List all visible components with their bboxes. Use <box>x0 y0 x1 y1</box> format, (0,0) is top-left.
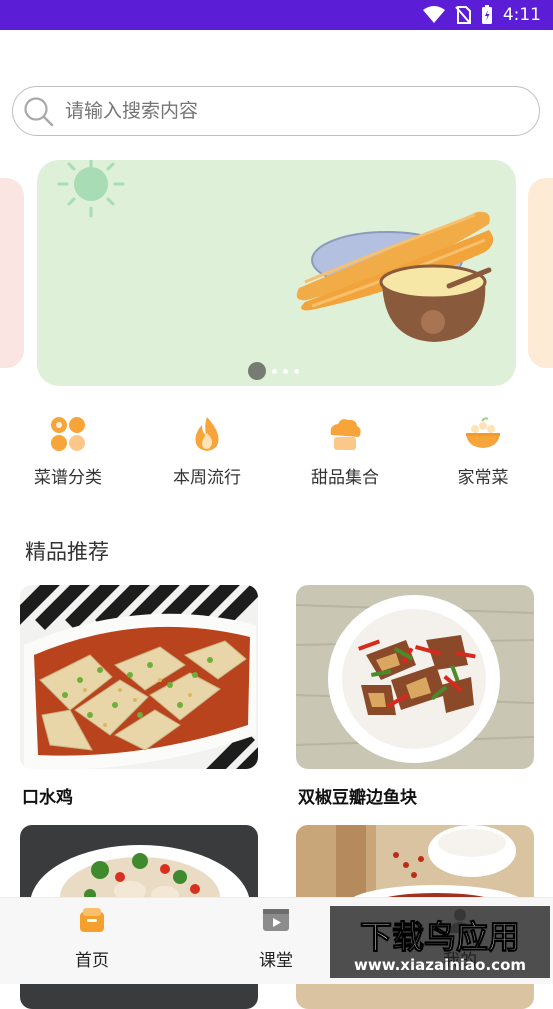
category-desserts[interactable]: 甜品集合 <box>285 415 405 488</box>
category-recipe-types[interactable]: 菜谱分类 <box>8 415 128 488</box>
svg-text:www.xiazainiao.com: www.xiazainiao.com <box>354 956 526 974</box>
bowl-icon <box>466 417 500 448</box>
tab-label: 首页 <box>75 951 109 971</box>
grid-icon <box>51 417 85 451</box>
category-label: 菜谱分类 <box>34 468 102 488</box>
carousel-dot <box>294 368 299 374</box>
section-title: 精品推荐 <box>25 540 109 564</box>
video-icon <box>263 909 289 931</box>
carousel-dot <box>272 368 277 374</box>
status-bar: 4:11 <box>0 0 553 30</box>
banner-prev-slide[interactable] <box>0 178 24 368</box>
search-icon <box>24 97 54 127</box>
battery-icon <box>481 5 492 24</box>
recipe-title: 口水鸡 <box>22 788 73 808</box>
carousel-dot <box>248 362 266 380</box>
category-row: 菜谱分类 本周流行 甜品集合 家常菜 <box>0 415 553 495</box>
category-label: 甜品集合 <box>311 468 379 488</box>
category-label: 家常菜 <box>457 468 509 488</box>
recipe-card[interactable]: 口水鸡 <box>20 585 258 808</box>
flame-icon <box>195 417 219 451</box>
tab-home[interactable]: 首页 <box>0 898 184 971</box>
search-bar[interactable] <box>12 86 540 136</box>
category-label: 本周流行 <box>173 468 241 488</box>
category-home-cooking[interactable]: 家常菜 <box>423 415 543 488</box>
banner-next-slide[interactable] <box>528 178 553 368</box>
breakfast-illustration <box>57 160 494 342</box>
search-input[interactable] <box>65 87 515 135</box>
banner-slide[interactable] <box>37 160 516 386</box>
cupcake-icon <box>330 419 361 450</box>
home-box-icon <box>80 908 104 932</box>
category-weekly-popular[interactable]: 本周流行 <box>147 415 267 488</box>
svg-text:下载鸟应用: 下载鸟应用 <box>360 918 520 956</box>
recipe-title: 双椒豆瓣边鱼块 <box>298 788 417 808</box>
recipe-image <box>296 585 534 769</box>
carousel-dot <box>283 368 288 374</box>
recipe-image <box>20 585 258 769</box>
no-sim-icon <box>455 6 471 24</box>
carousel-indicator <box>248 362 299 380</box>
wifi-icon <box>422 6 445 23</box>
watermark-logo: 下载鸟应用 www.xiazainiao.com <box>330 906 550 978</box>
recipe-card[interactable]: 双椒豆瓣边鱼块 <box>296 585 534 808</box>
status-time: 4:11 <box>502 5 541 25</box>
